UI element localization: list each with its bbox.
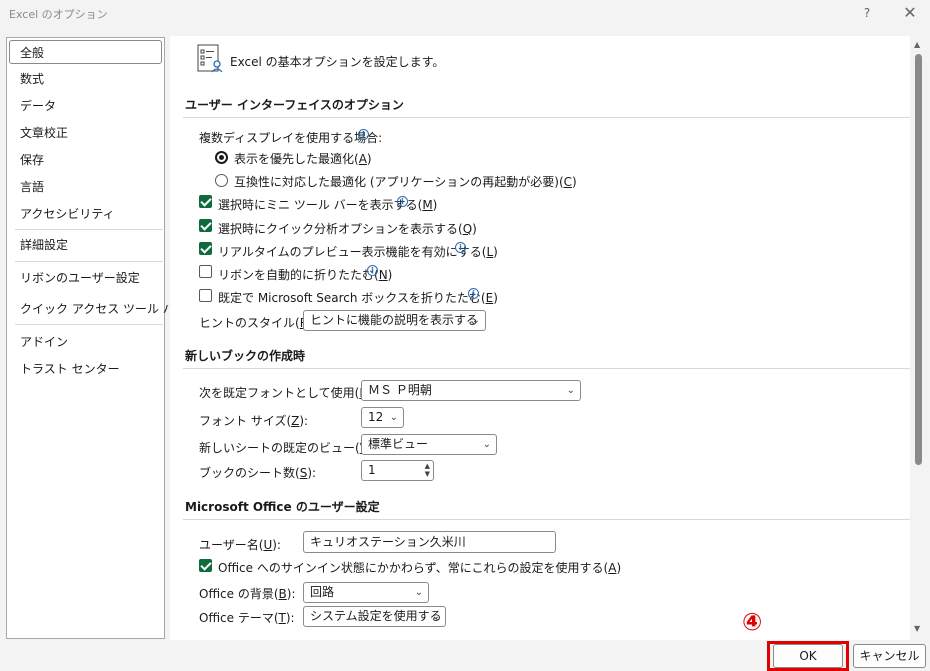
radio-optimize-appearance[interactable] [215,151,228,164]
chevron-down-icon: ⌄ [414,587,423,598]
scroll-down-icon[interactable]: ▼ [914,624,920,633]
info-icon[interactable]: i [367,265,378,276]
page-header: Excel の基本オプションを設定します。 [230,55,445,69]
chevron-down-icon: ⌄ [471,315,480,326]
nav-item-language[interactable]: 言語 [9,175,162,199]
section-title-new-workbook: 新しいブックの作成時 [185,349,306,363]
nav-divider [15,261,163,262]
nav-item-customize-ribbon[interactable]: リボンのユーザー設定 [9,266,162,290]
nav-divider [15,229,163,230]
chevron-down-icon: ⌄ [389,412,398,423]
font-size-dropdown[interactable]: 12 ⌄ [361,407,404,428]
checkbox-always-use-settings[interactable] [199,559,212,572]
default-view-dropdown[interactable]: 標準ビュー ⌄ [361,434,497,455]
section-divider [183,519,910,520]
close-button[interactable]: ✕ [899,3,921,23]
nav-item-proofing[interactable]: 文章校正 [9,121,162,145]
default-font-value: ＭＳ Ｐ明朝 [368,383,432,397]
scroll-up-icon[interactable]: ▲ [914,40,920,49]
sheet-count-value: 1 [368,463,376,477]
username-input[interactable]: キュリオステーション久米川 [303,531,556,553]
options-panel: Excel の基本オプションを設定します。 ユーザー インターフェイスのオプショ… [170,36,910,640]
default-font-label: 次を既定フォントとして使用(N): [199,386,377,400]
hint-style-dropdown[interactable]: ヒントに機能の説明を表示する ⌄ [303,310,486,331]
sheet-count-label: ブックのシート数(S): [199,466,317,480]
title-bar: Excel のオプション ? ✕ [0,0,930,28]
nav-item-advanced[interactable]: 詳細設定 [9,233,162,257]
username-label: ユーザー名(U): [199,538,281,552]
nav-divider [15,324,163,325]
ok-button[interactable]: OK [773,644,843,668]
chevron-down-icon: ⌄ [482,439,491,450]
checkbox-live-preview[interactable] [199,242,212,255]
checkbox-collapse-search[interactable] [199,289,212,302]
help-button[interactable]: ? [858,3,876,23]
checkbox-collapse-search-label[interactable]: 既定で Microsoft Search ボックスを折りたたむ(E) [218,289,498,306]
cancel-button[interactable]: キャンセル [853,644,926,668]
info-icon[interactable]: i [468,288,479,299]
font-size-value: 12 [368,410,384,424]
nav-item-save[interactable]: 保存 [9,148,162,172]
nav-item-formulas[interactable]: 数式 [9,67,162,91]
chevron-down-icon: ⌄ [431,611,440,622]
hint-style-label: ヒントのスタイル(R): [199,316,317,330]
nav-item-trust-center[interactable]: トラスト センター [9,357,162,381]
spin-arrows-icon[interactable]: ▲ ▼ [425,462,430,478]
checkbox-quick-analysis-label[interactable]: 選択時にクイック分析オプションを表示する(Q) [218,220,477,237]
scroll-thumb[interactable] [915,54,922,465]
section-divider [183,368,910,369]
default-view-value: 標準ビュー [368,437,429,451]
nav-item-addins[interactable]: アドイン [9,330,162,354]
section-title-office: Microsoft Office のユーザー設定 [185,500,380,514]
info-icon[interactable]: i [358,129,369,140]
info-icon[interactable]: i [455,242,466,253]
radio-optimize-appearance-label[interactable]: 表示を優先した最適化(A) [234,150,372,167]
category-nav: 全般 数式 データ 文章校正 保存 言語 アクセシビリティ 詳細設定 リボンのユ… [6,37,187,639]
nav-item-accessibility[interactable]: アクセシビリティ [9,202,162,226]
nav-item-data[interactable]: データ [9,94,162,118]
multi-display-label: 複数ディスプレイを使用する場合: [199,131,383,145]
checkbox-quick-analysis[interactable] [199,219,212,232]
office-theme-label: Office テーマ(T): [199,611,295,625]
office-theme-dropdown[interactable]: システム設定を使用する ⌄ [303,606,446,627]
radio-optimize-compatibility-label[interactable]: 互換性に対応した最適化 (アプリケーションの再起動が必要)(C) [234,173,577,190]
default-font-dropdown[interactable]: ＭＳ Ｐ明朝 ⌄ [361,380,581,401]
content-scrollbar[interactable]: ▲ ▼ [910,36,927,640]
checkbox-collapse-ribbon[interactable] [199,265,212,278]
section-divider [183,117,910,118]
nav-item-general[interactable]: 全般 [9,40,162,64]
nav-item-quick-access-toolbar[interactable]: クイック アクセス ツール バー [9,297,187,321]
step-number-annotation: ④ [742,608,763,636]
sheet-count-spinner[interactable]: 1 ▲ ▼ [361,460,434,481]
checkbox-mini-toolbar[interactable] [199,195,212,208]
hint-style-value: ヒントに機能の説明を表示する [310,313,479,327]
chevron-down-icon: ⌄ [566,385,575,396]
section-title-ui: ユーザー インターフェイスのオプション [185,98,404,112]
office-background-label: Office の背景(B): [199,587,296,601]
default-view-label: 新しいシートの既定のビュー(V): [199,441,377,455]
office-background-dropdown[interactable]: 回路 ⌄ [303,582,429,603]
office-theme-value: システム設定を使用する [310,609,442,623]
window-title: Excel のオプション [9,8,108,21]
radio-optimize-compatibility[interactable] [215,174,228,187]
general-options-icon [197,44,225,77]
office-background-value: 回路 [310,585,335,599]
font-size-label: フォント サイズ(Z): [199,414,309,428]
checkbox-always-use-settings-label[interactable]: Office へのサインイン状態にかかわらず、常にこれらの設定を使用する(A) [218,559,621,576]
info-icon[interactable]: i [397,196,408,207]
